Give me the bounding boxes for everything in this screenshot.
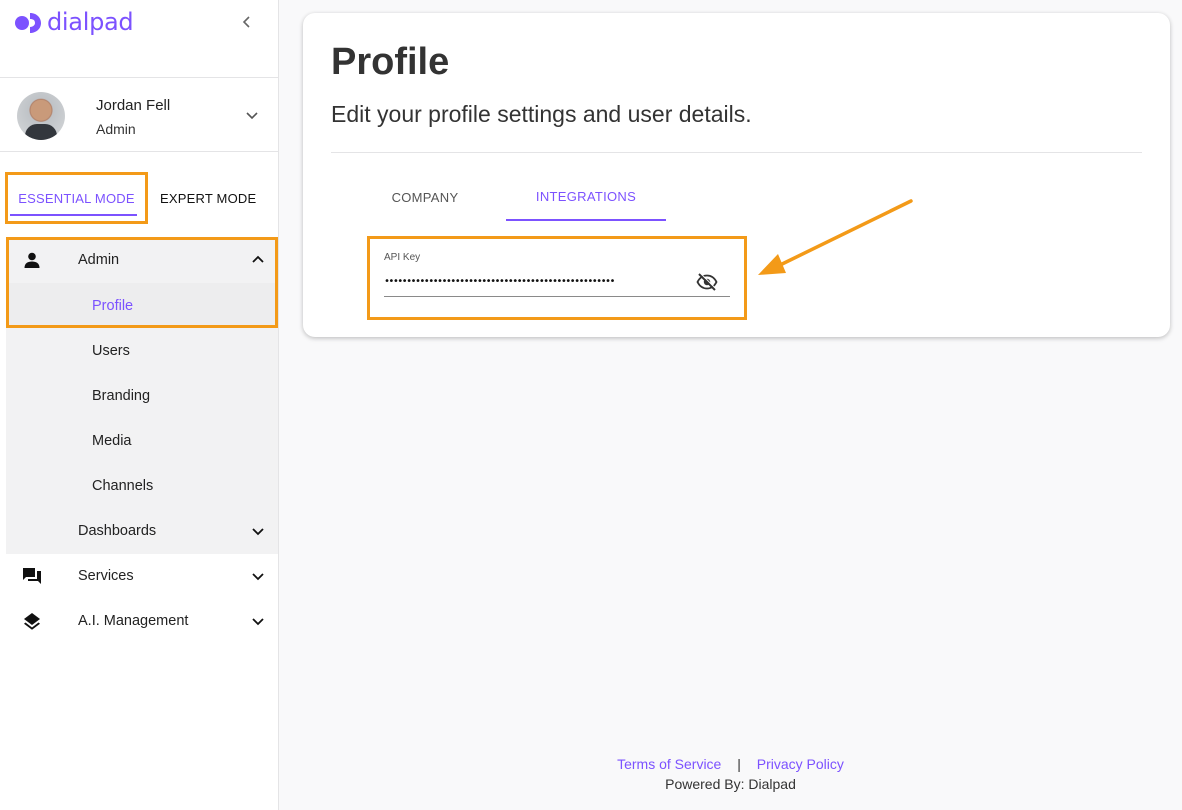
powered-by: Powered By: Dialpad bbox=[665, 776, 796, 792]
chevron-down-icon bbox=[252, 617, 264, 625]
sidebar-item-label: Media bbox=[92, 432, 132, 449]
sidebar-item-branding[interactable]: Branding bbox=[6, 373, 278, 418]
tab-integrations[interactable]: INTEGRATIONS bbox=[506, 173, 666, 221]
sidebar-item-label: A.I. Management bbox=[78, 612, 189, 629]
user-profile-menu[interactable]: Jordan Fell Admin bbox=[0, 77, 278, 152]
sidebar-item-label: Users bbox=[92, 342, 130, 359]
dialpad-logo[interactable]: dialpad bbox=[14, 8, 134, 36]
person-icon bbox=[22, 250, 42, 270]
tab-company[interactable]: COMPANY bbox=[357, 173, 493, 221]
sidebar-item-label: Admin bbox=[78, 251, 120, 268]
page-title: Profile bbox=[331, 41, 450, 83]
api-key-input[interactable] bbox=[384, 267, 730, 297]
expert-mode-label: EXPERT MODE bbox=[160, 190, 257, 206]
api-key-label: API Key bbox=[384, 252, 421, 263]
profile-card: Profile Edit your profile settings and u… bbox=[303, 13, 1170, 337]
sidebar-item-label: Profile bbox=[92, 297, 134, 314]
sidebar-item-users[interactable]: Users bbox=[6, 328, 278, 373]
footer-separator: | bbox=[737, 756, 741, 772]
sidebar-item-dashboards[interactable]: Dashboards bbox=[6, 508, 278, 553]
sidebar-item-label: Channels bbox=[92, 477, 154, 494]
sidebar-item-channels[interactable]: Channels bbox=[6, 463, 278, 508]
user-name: Jordan Fell bbox=[96, 97, 171, 114]
sidebar-item-ai-management[interactable]: A.I. Management bbox=[6, 598, 278, 643]
sidebar: dialpad Jordan Fell Admin ESSENTIAL MODE… bbox=[0, 0, 279, 810]
footer-links: Terms of Service | Privacy Policy bbox=[279, 756, 1182, 772]
logo-text: dialpad bbox=[47, 8, 134, 36]
sidebar-item-label: Dashboards bbox=[78, 522, 157, 539]
layers-icon bbox=[22, 611, 42, 631]
expert-mode-tab[interactable]: EXPERT MODE bbox=[160, 172, 256, 224]
sidebar-item-admin[interactable]: Admin bbox=[6, 237, 278, 282]
chevron-down-icon bbox=[252, 527, 264, 535]
api-key-field-highlight: API Key bbox=[367, 236, 747, 320]
sidebar-item-label: Branding bbox=[92, 387, 151, 404]
privacy-policy-link[interactable]: Privacy Policy bbox=[757, 756, 844, 772]
divider bbox=[331, 152, 1142, 153]
visibility-off-icon[interactable] bbox=[696, 272, 718, 292]
page-subtitle: Edit your profile settings and user deta… bbox=[331, 101, 752, 127]
sidebar-item-profile[interactable]: Profile bbox=[6, 283, 278, 328]
dialpad-logo-icon bbox=[15, 13, 41, 33]
chevron-down-icon bbox=[252, 572, 264, 580]
mode-switch: ESSENTIAL MODE EXPERT MODE bbox=[0, 172, 278, 224]
footer: Terms of Service | Privacy Policy Powere… bbox=[279, 756, 1182, 792]
sidebar-item-media[interactable]: Media bbox=[6, 418, 278, 463]
avatar bbox=[17, 92, 65, 140]
user-role: Admin bbox=[96, 121, 136, 137]
chevron-left-icon bbox=[242, 16, 250, 28]
chat-icon bbox=[22, 566, 42, 586]
sidebar-item-services[interactable]: Services bbox=[6, 553, 278, 598]
collapse-sidebar-button[interactable] bbox=[236, 10, 258, 34]
essential-mode-label: ESSENTIAL MODE bbox=[18, 190, 135, 206]
tab-label: COMPANY bbox=[391, 189, 459, 205]
sidebar-item-label: Services bbox=[78, 567, 134, 584]
chevron-up-icon bbox=[252, 255, 264, 263]
terms-of-service-link[interactable]: Terms of Service bbox=[617, 756, 721, 772]
tab-label: INTEGRATIONS bbox=[535, 188, 637, 204]
essential-mode-tab[interactable]: ESSENTIAL MODE bbox=[5, 172, 148, 224]
chevron-down-icon bbox=[246, 112, 258, 120]
